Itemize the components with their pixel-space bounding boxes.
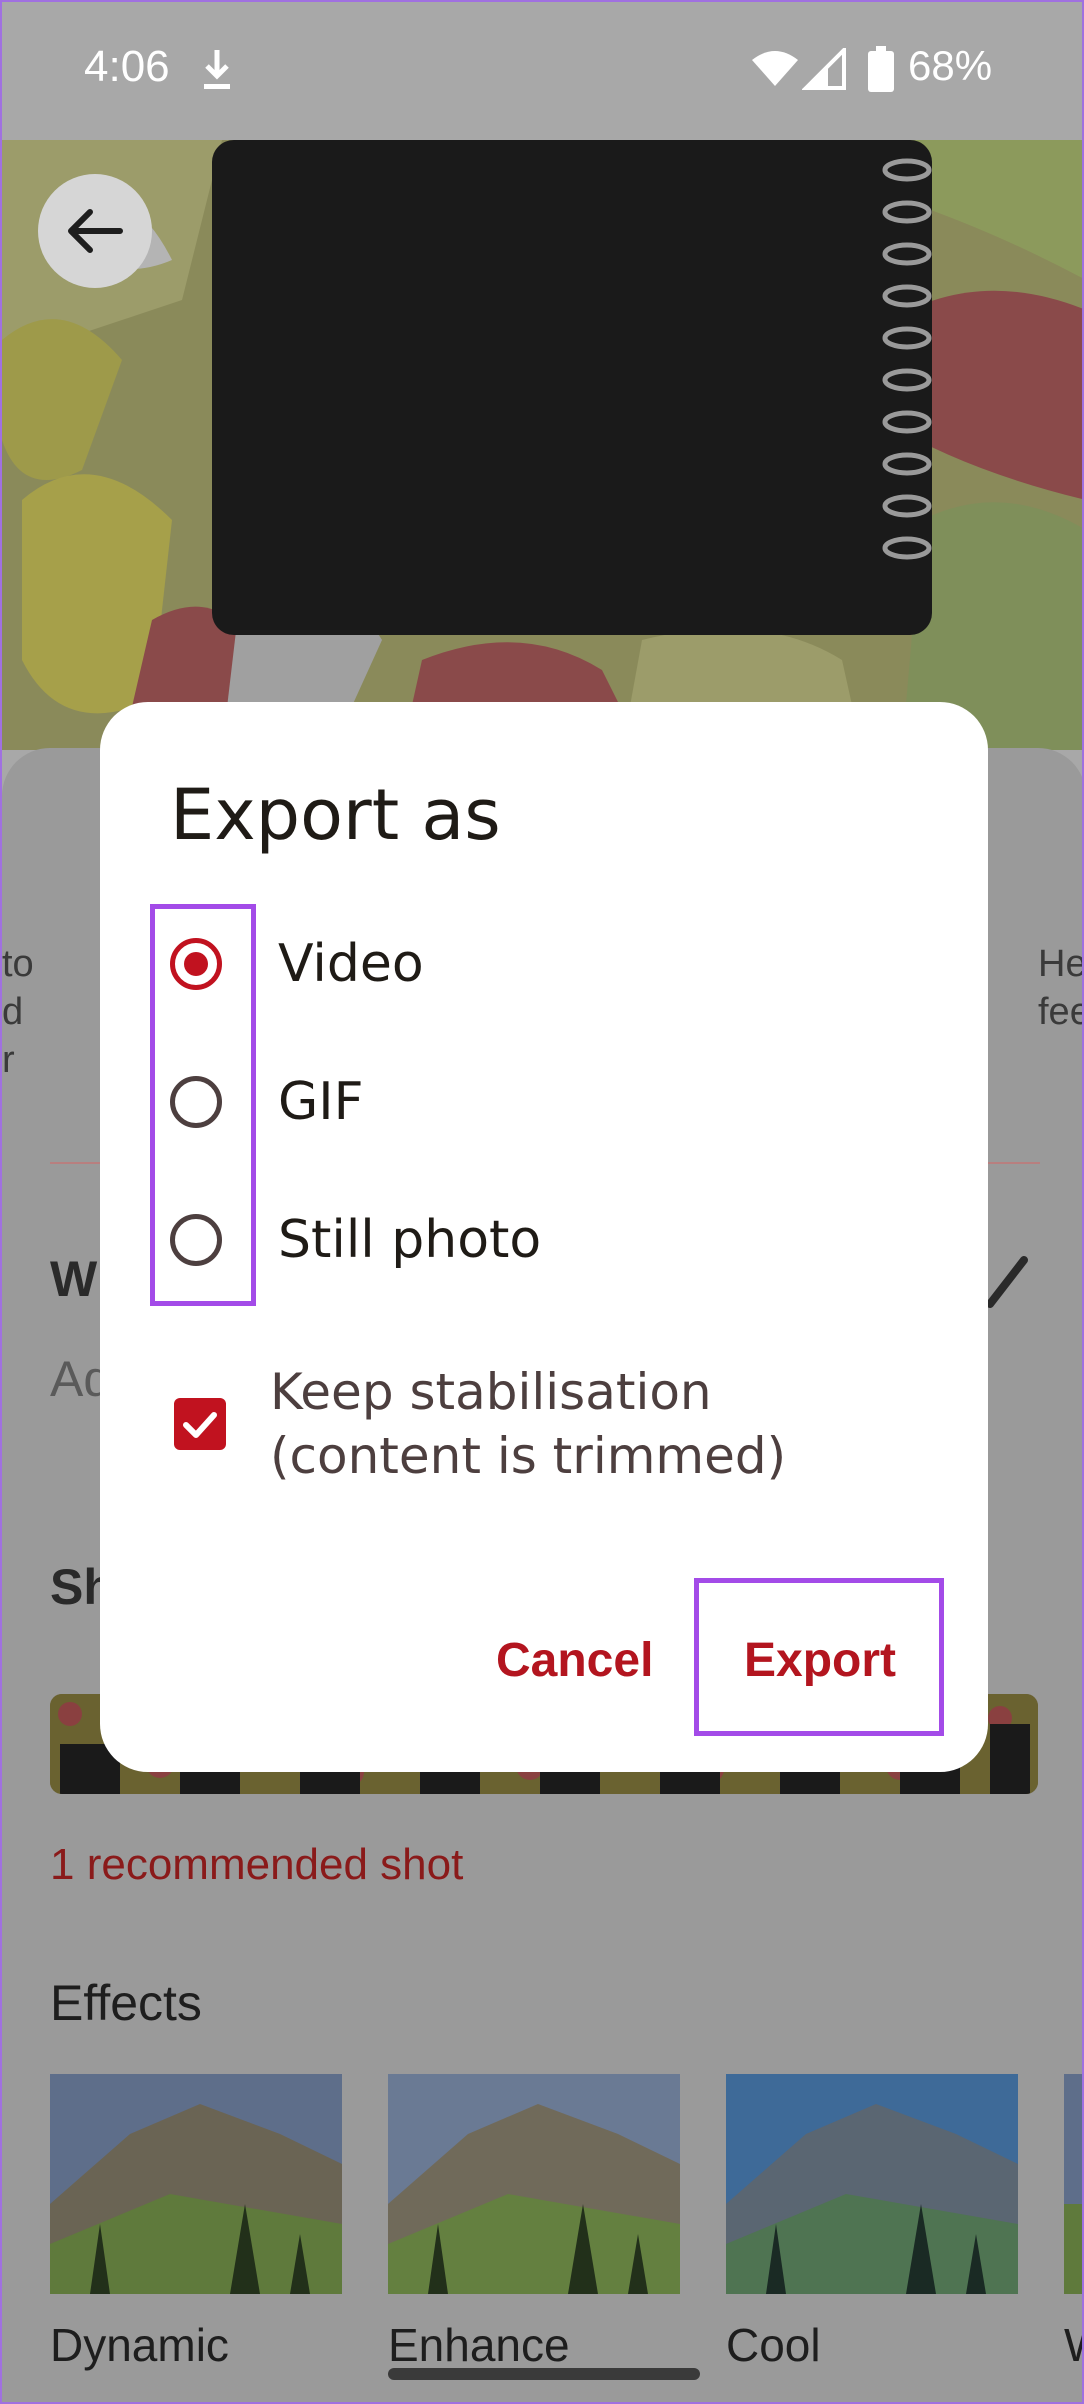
video-preview	[2, 140, 1082, 750]
video-title: W	[50, 1251, 98, 1307]
option-video[interactable]: Video	[170, 920, 870, 1020]
download-icon	[202, 48, 232, 97]
cancel-button[interactable]: Cancel	[490, 1632, 659, 1689]
dialog-title: Export as	[170, 774, 501, 856]
status-bar: 4:06 68%	[2, 2, 1082, 140]
effects-heading: Effects	[50, 1975, 202, 2031]
back-button[interactable]	[38, 174, 152, 288]
effect-thumbnail-partial[interactable]	[1064, 2074, 1082, 2294]
recommended-shot-link[interactable]: 1 recommended shot	[50, 1840, 463, 1890]
status-time: 4:06	[84, 42, 170, 91]
effect-thumbnail-cool[interactable]	[726, 2074, 1018, 2294]
option-label-still-photo: Still photo	[278, 1210, 542, 1270]
option-label-video: Video	[278, 934, 424, 994]
effect-thumbnail-dynamic[interactable]	[50, 2074, 342, 2294]
option-still-photo[interactable]: Still photo	[170, 1196, 870, 1296]
effect-thumbnail-enhance[interactable]	[388, 2074, 680, 2294]
left-card-text: to d r	[2, 943, 34, 1081]
stabilisation-label: Keep stabilisation (content is trimmed)	[270, 1363, 787, 1485]
wifi-icon	[750, 48, 800, 93]
option-gif[interactable]: GIF	[170, 1058, 870, 1158]
radio-group-highlight	[150, 904, 256, 1306]
arrow-left-icon	[68, 209, 123, 253]
cellular-icon	[801, 45, 848, 95]
stabilisation-checkbox[interactable]	[174, 1398, 226, 1450]
battery-icon	[868, 46, 894, 97]
right-card-text: He fee	[1038, 943, 1084, 1033]
effect-label-dynamic: Dynamic	[50, 2319, 229, 2371]
battery-percent: 68%	[908, 42, 993, 89]
pencil-icon[interactable]	[984, 1250, 1034, 1315]
home-indicator[interactable]	[388, 2368, 700, 2380]
checkmark-icon	[183, 1412, 217, 1438]
effect-label-enhance: Enhance	[388, 2319, 570, 2371]
screen: 4:06 68% to d r He fe W Ad Sh 1 recommen…	[0, 0, 1084, 2404]
effect-label-cool: Cool	[726, 2319, 821, 2371]
effect-label-partial: W	[1064, 2318, 1082, 2372]
option-label-gif: GIF	[278, 1072, 364, 1132]
export-button-highlight	[694, 1578, 944, 1736]
